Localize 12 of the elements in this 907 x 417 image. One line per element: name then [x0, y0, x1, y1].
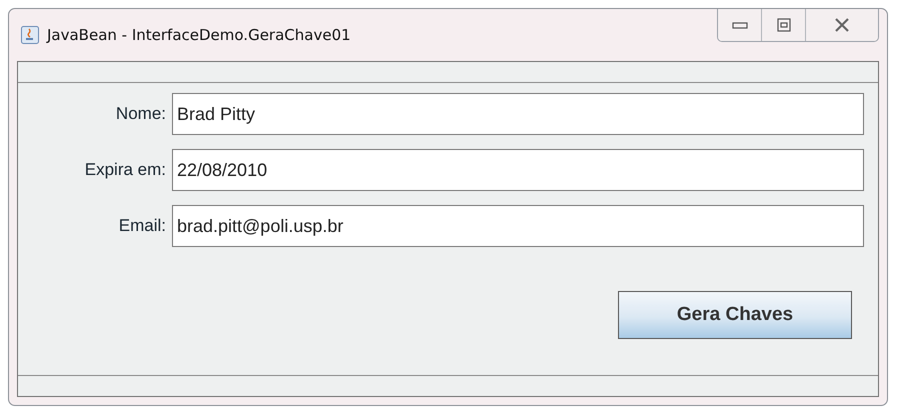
maximize-icon — [776, 18, 790, 32]
field-label: Nome: — [114, 104, 166, 124]
field-label: Email: — [118, 216, 166, 236]
window-title: JavaBean - InterfaceDemo.GeraChave01 — [47, 26, 351, 44]
close-icon — [834, 18, 850, 32]
field-label: Expira em: — [84, 160, 166, 180]
minimize-button[interactable] — [718, 9, 762, 41]
generate-keys-button[interactable]: Gera Chaves — [618, 291, 852, 339]
input-field[interactable]: Brad Pitty — [172, 93, 864, 135]
input-field[interactable]: 22/08/2010 — [172, 149, 864, 191]
minimize-icon — [732, 20, 748, 30]
input-field[interactable]: brad.pitt@poli.usp.br — [172, 205, 864, 247]
